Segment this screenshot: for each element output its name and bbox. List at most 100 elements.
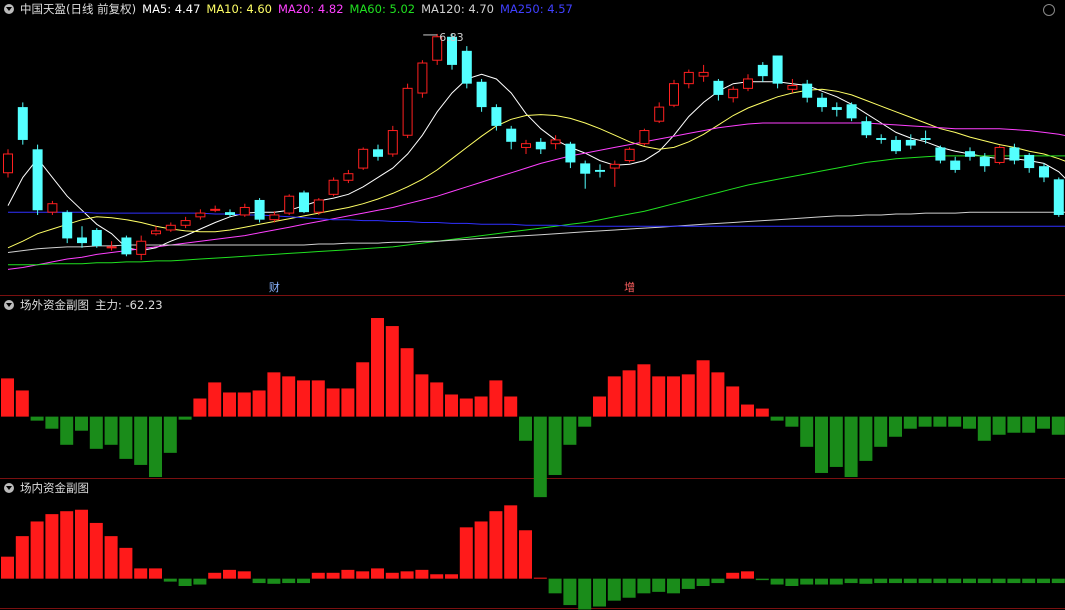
sub2-bar bbox=[918, 578, 932, 584]
sub2-bar bbox=[163, 578, 177, 582]
candle bbox=[654, 102, 665, 124]
sub1-bar bbox=[696, 360, 710, 417]
sub2-bar bbox=[282, 578, 296, 584]
sub1-bar bbox=[563, 416, 577, 445]
candle-body bbox=[595, 169, 605, 172]
sub1-bar bbox=[1007, 416, 1021, 433]
candle bbox=[165, 222, 176, 232]
candle bbox=[195, 209, 206, 220]
candle-body bbox=[373, 149, 383, 157]
candle-body bbox=[994, 146, 1005, 163]
candle bbox=[891, 136, 901, 154]
sub1-bar bbox=[844, 416, 858, 477]
candle-body bbox=[965, 151, 975, 157]
collapse-icon[interactable] bbox=[4, 300, 14, 310]
sub1-bar bbox=[770, 416, 784, 421]
candle-body bbox=[17, 107, 28, 140]
high-price-label: 6.83 bbox=[439, 31, 464, 44]
sub2-bar bbox=[474, 521, 488, 579]
candle-body bbox=[491, 107, 502, 126]
sub2-bar bbox=[874, 578, 888, 584]
candle bbox=[343, 169, 354, 184]
candle bbox=[1039, 163, 1049, 183]
sub2-bar bbox=[252, 578, 266, 584]
sub2-bar bbox=[1007, 578, 1021, 584]
sub1-bar bbox=[282, 376, 296, 417]
candle bbox=[639, 128, 650, 146]
candle bbox=[1024, 153, 1035, 173]
candle bbox=[3, 149, 13, 178]
candle bbox=[935, 145, 946, 164]
candle bbox=[387, 125, 398, 157]
sub2-bar bbox=[193, 578, 207, 585]
candle-body bbox=[151, 230, 161, 235]
candle-body bbox=[950, 160, 961, 170]
candle bbox=[328, 177, 339, 197]
candle bbox=[802, 79, 813, 103]
candle-body bbox=[47, 203, 58, 213]
candle bbox=[817, 93, 827, 112]
candle-body bbox=[195, 212, 206, 218]
sub1-bar bbox=[237, 392, 251, 417]
candle-body bbox=[713, 80, 724, 95]
candle-body bbox=[935, 147, 946, 161]
sub2-bar bbox=[89, 522, 103, 579]
candle-body bbox=[683, 71, 694, 85]
sub1-bar bbox=[415, 374, 429, 417]
candle-body bbox=[254, 199, 265, 220]
sub1-title: 场外资金副图 bbox=[20, 298, 89, 312]
collapse-icon[interactable] bbox=[4, 483, 14, 493]
candle bbox=[535, 138, 546, 154]
candle bbox=[180, 216, 191, 229]
sub2-bar bbox=[60, 511, 74, 579]
sub1-bar bbox=[267, 372, 281, 417]
sub2-bar bbox=[178, 578, 192, 586]
sub1-bar bbox=[60, 416, 74, 445]
candle-body bbox=[165, 224, 176, 231]
sub1-bar bbox=[489, 380, 503, 417]
sub1-bar bbox=[815, 416, 828, 473]
candle-body bbox=[3, 153, 13, 174]
candle bbox=[861, 116, 872, 139]
sub2-bar bbox=[563, 578, 577, 606]
sub1-bar bbox=[903, 416, 917, 429]
main-chart-header: 中国天盈(日线 前复权) MA5: 4.47 MA10: 4.60 MA20: … bbox=[4, 0, 579, 18]
sub1-bar bbox=[652, 376, 666, 417]
sub1-bar bbox=[15, 390, 29, 417]
sub2-bar bbox=[459, 527, 473, 579]
candle-body bbox=[891, 139, 901, 152]
candle bbox=[17, 102, 28, 145]
candle bbox=[402, 83, 413, 139]
sub2-bar bbox=[607, 578, 621, 601]
sub2-bar bbox=[430, 574, 444, 579]
settings-icon[interactable] bbox=[1043, 4, 1055, 16]
ma20-label: MA20: 4.82 bbox=[277, 2, 344, 16]
sub2-bar bbox=[578, 578, 592, 610]
sub2-bar bbox=[859, 578, 873, 584]
sub1-bar bbox=[341, 388, 355, 417]
sub2-bar bbox=[533, 577, 547, 579]
candle-body bbox=[106, 246, 117, 249]
sub2-bar bbox=[815, 578, 828, 585]
sub2-bar bbox=[1, 556, 14, 579]
sub1-bar bbox=[933, 416, 947, 427]
candle bbox=[565, 141, 576, 169]
sub2-bar bbox=[385, 572, 399, 579]
sub1-bar bbox=[311, 380, 325, 417]
sub1-bar bbox=[119, 416, 133, 459]
candle bbox=[609, 160, 620, 187]
sub1-bar bbox=[208, 382, 222, 417]
sub1-bar bbox=[607, 376, 621, 417]
collapse-icon[interactable] bbox=[4, 4, 14, 14]
candle-body bbox=[728, 88, 739, 99]
sub1-bar bbox=[622, 370, 636, 417]
candle-body bbox=[669, 83, 679, 106]
candle bbox=[91, 228, 102, 248]
candle bbox=[47, 200, 58, 215]
sub2-bar bbox=[948, 578, 962, 584]
marker-cai: 财 bbox=[269, 280, 280, 294]
candle-body bbox=[136, 240, 147, 255]
sub1-bar bbox=[356, 362, 370, 417]
ma60-line bbox=[8, 155, 1065, 266]
sub2-bar bbox=[593, 578, 606, 607]
